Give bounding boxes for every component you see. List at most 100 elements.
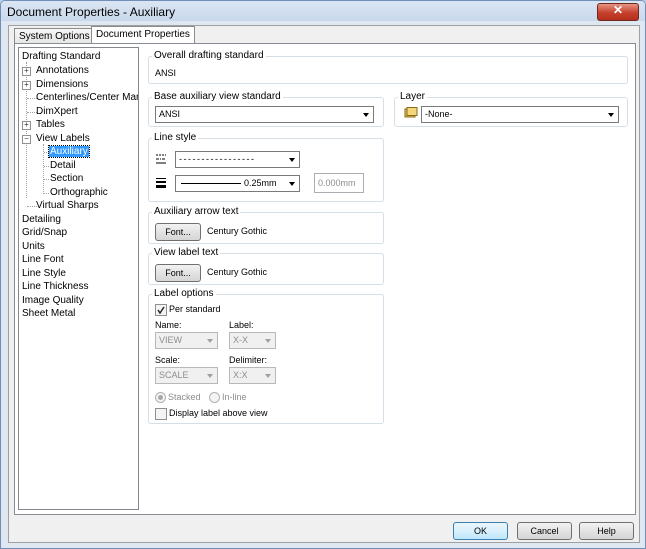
chevron-down-icon (289, 158, 295, 162)
chevron-down-icon (265, 374, 271, 378)
inline-radio[interactable] (209, 392, 220, 403)
name-label: Name: (155, 320, 182, 330)
line-style-value: - - - - - - - - - - - - - - - - - (179, 154, 254, 164)
arrow-text-font-name: Century Gothic (207, 226, 268, 236)
tree-item-orthographic[interactable]: Orthographic (50, 186, 108, 199)
tree-line (44, 193, 49, 194)
tree-item-detail[interactable]: Detail (50, 159, 76, 172)
scale-value: SCALE (159, 370, 189, 380)
line-style-icon (156, 154, 166, 164)
layer-value: -None- (425, 109, 453, 119)
base-standard-group: Base auxiliary view standard ANSI (148, 91, 384, 127)
chevron-down-icon (207, 339, 213, 343)
display-above-label: Display label above view (169, 408, 268, 418)
base-standard-select[interactable]: ANSI (155, 106, 374, 123)
arrow-text-font-button[interactable]: Font... (155, 223, 201, 241)
stacked-radio[interactable] (155, 392, 166, 403)
line-thickness-value: 0.25mm (244, 178, 277, 188)
tree-item-image-quality[interactable]: Image Quality (22, 294, 84, 307)
tree-item-detailing[interactable]: Detailing (22, 213, 61, 226)
chevron-down-icon (608, 113, 614, 117)
layer-group: Layer -None- (394, 91, 628, 127)
tree-item-dimxpert[interactable]: DimXpert (36, 105, 78, 118)
arrow-text-group: Auxiliary arrow text Font... Century Got… (148, 206, 384, 244)
help-button[interactable]: Help (579, 522, 634, 540)
collapse-icon[interactable]: − (22, 135, 31, 144)
line-style-select[interactable]: - - - - - - - - - - - - - - - - - (175, 151, 300, 168)
tab-page: Drafting Standard + Annotations + Dimens… (14, 43, 636, 515)
delimiter-label: Delimiter: (229, 355, 268, 365)
label-field-label: Label: (229, 320, 254, 330)
arrow-text-label: Auxiliary arrow text (152, 206, 241, 217)
layer-label: Layer (398, 91, 428, 102)
line-style-group: Line style - - - - - - - - - - - - - - -… (148, 132, 384, 202)
tree-line (44, 179, 49, 180)
chevron-down-icon (207, 374, 213, 378)
cancel-button[interactable]: Cancel (517, 522, 572, 540)
chevron-down-icon (289, 182, 295, 186)
title-bar[interactable]: Document Properties - Auxiliary ✕ (1, 1, 645, 21)
tree-item-virtual-sharps[interactable]: Virtual Sharps (36, 199, 99, 212)
base-standard-label: Base auxiliary view standard (152, 91, 283, 102)
tree-item-dimensions[interactable]: Dimensions (36, 78, 88, 91)
dialog-window: Document Properties - Auxiliary ✕ System… (0, 0, 646, 549)
view-label-font-name: Century Gothic (207, 267, 268, 277)
delimiter-value: X:X (233, 370, 248, 380)
custom-thickness-value: 0.000mm (318, 178, 356, 188)
tree-item-units[interactable]: Units (22, 240, 45, 253)
layers-icon (404, 107, 418, 118)
expand-icon[interactable]: + (22, 121, 31, 130)
overall-standard-label: Overall drafting standard (152, 50, 266, 61)
label-select[interactable]: X-X (229, 332, 276, 349)
expand-icon[interactable]: + (22, 81, 31, 90)
view-label-font-button[interactable]: Font... (155, 264, 201, 282)
inline-label: In-line (222, 392, 247, 402)
chevron-down-icon (265, 339, 271, 343)
options-tree[interactable]: Drafting Standard + Annotations + Dimens… (18, 47, 139, 510)
tree-item-centerlines[interactable]: Centerlines/Center Marks (36, 91, 138, 104)
tree-item-line-style[interactable]: Line Style (22, 267, 66, 280)
tree-item-view-labels[interactable]: View Labels (36, 132, 90, 145)
ok-button[interactable]: OK (453, 522, 508, 540)
layer-select[interactable]: -None- (421, 106, 619, 123)
expand-icon[interactable]: + (22, 67, 31, 76)
per-standard-label: Per standard (169, 304, 221, 314)
scale-select[interactable]: SCALE (155, 367, 218, 384)
stacked-label: Stacked (168, 392, 201, 402)
display-above-checkbox[interactable] (155, 408, 167, 420)
custom-thickness-field[interactable]: 0.000mm (314, 173, 364, 193)
tree-item-section[interactable]: Section (50, 172, 83, 185)
view-label-text-label: View label text (152, 247, 221, 258)
name-select[interactable]: VIEW (155, 332, 218, 349)
line-style-label: Line style (152, 132, 199, 143)
window-title: Document Properties - Auxiliary (7, 5, 176, 19)
tree-item-line-font[interactable]: Line Font (22, 253, 64, 266)
close-icon: ✕ (612, 3, 624, 17)
tree-item-annotations[interactable]: Annotations (36, 64, 89, 77)
scale-label: Scale: (155, 355, 181, 365)
tree-item-drafting-standard[interactable]: Drafting Standard (22, 50, 100, 63)
line-thickness-select[interactable]: 0.25mm (175, 175, 300, 192)
tree-item-line-thickness[interactable]: Line Thickness (22, 280, 89, 293)
close-button[interactable]: ✕ (597, 3, 639, 21)
label-value: X-X (233, 335, 249, 345)
thickness-preview-line (181, 183, 241, 184)
overall-standard-group: Overall drafting standard ANSI (148, 50, 628, 84)
delimiter-select[interactable]: X:X (229, 367, 276, 384)
tree-item-sheet-metal[interactable]: Sheet Metal (22, 307, 75, 320)
checkmark-icon (157, 306, 165, 315)
overall-standard-value: ANSI (155, 68, 177, 78)
dialog-client-area: System Options Document Properties Draft… (8, 25, 640, 543)
base-standard-value: ANSI (159, 109, 181, 119)
line-thickness-icon (156, 178, 166, 188)
tree-item-tables[interactable]: Tables (36, 118, 65, 131)
label-options-label: Label options (152, 288, 216, 299)
name-value: VIEW (159, 335, 183, 345)
chevron-down-icon (363, 113, 369, 117)
view-label-text-group: View label text Font... Century Gothic (148, 247, 384, 285)
tree-item-grid-snap[interactable]: Grid/Snap (22, 226, 67, 239)
tree-item-auxiliary[interactable]: Auxiliary (48, 145, 90, 158)
tree-line (44, 166, 49, 167)
label-options-group: Label options Per standard Name: VIEW La… (148, 288, 384, 424)
per-standard-checkbox[interactable] (155, 304, 167, 316)
